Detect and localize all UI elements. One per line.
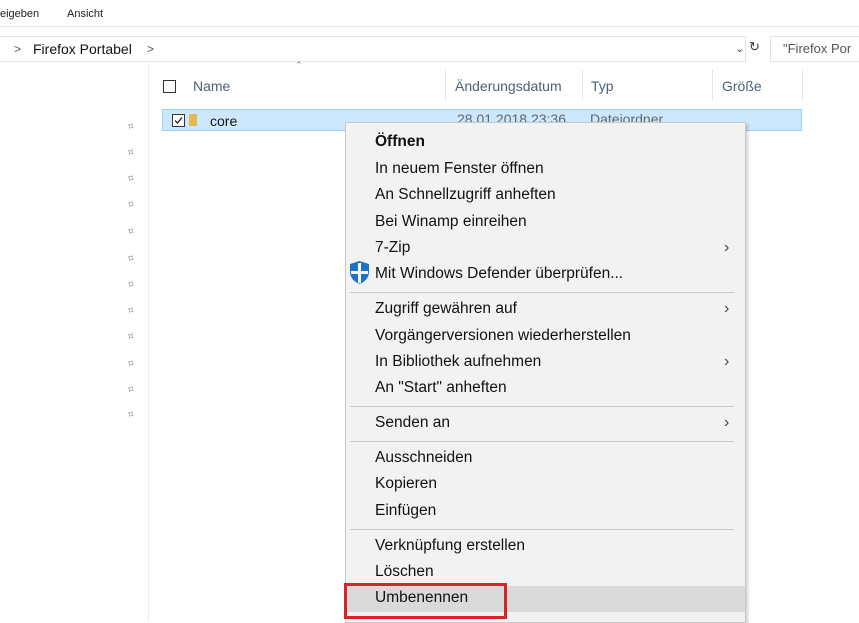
breadcrumb-chevron-icon[interactable]: >	[14, 42, 21, 56]
pin-icon[interactable]: ✧	[123, 197, 137, 212]
chevron-down-icon[interactable]: ⌄	[735, 42, 744, 55]
menu-item-label: Ausschneiden	[375, 449, 473, 466]
pin-icon[interactable]: ✧	[123, 329, 137, 344]
pin-icon[interactable]: ✧	[123, 251, 137, 266]
menu-separator	[350, 406, 734, 407]
menu-item-label: An "Start" anheften	[375, 379, 507, 396]
menu-item-label: 7-Zip	[375, 239, 411, 256]
search-input[interactable]: "Firefox Por	[770, 36, 859, 62]
pin-icon[interactable]: ✧	[123, 277, 137, 292]
breadcrumb-chevron-icon[interactable]: >	[147, 42, 154, 56]
pin-icon[interactable]: ✧	[123, 119, 137, 134]
pin-icon[interactable]: ✧	[123, 407, 137, 422]
submenu-arrow-icon: ›	[724, 353, 730, 370]
column-divider[interactable]	[802, 70, 803, 100]
pin-icon[interactable]: ✧	[123, 171, 137, 186]
column-date[interactable]: Änderungsdatum	[455, 78, 562, 94]
highlight-box	[344, 583, 507, 619]
menu-item-label: Einfügen	[375, 502, 437, 519]
pin-icon[interactable]: ✧	[123, 303, 137, 318]
menu-item-label: In Bibliothek aufnehmen	[375, 353, 542, 370]
menu-item-grant-access[interactable]: Zugriff gewähren auf ›	[346, 297, 745, 323]
column-headers: Name Änderungsdatum Typ Größe	[160, 68, 859, 102]
menu-item-include-library[interactable]: In Bibliothek aufnehmen ›	[346, 350, 745, 376]
column-type[interactable]: Typ	[591, 78, 614, 94]
submenu-arrow-icon: ›	[724, 300, 730, 317]
select-all-checkbox[interactable]	[163, 80, 176, 93]
menu-item-pin-start[interactable]: An "Start" anheften	[346, 376, 745, 402]
menu-item-label: Öffnen	[375, 133, 425, 150]
folder-icon	[189, 114, 197, 126]
menu-item-pin-quick-access[interactable]: An Schnellzugriff anheften	[346, 183, 745, 209]
refresh-icon[interactable]: ↻	[749, 40, 763, 54]
menu-item-winamp[interactable]: Bei Winamp einreihen	[346, 210, 745, 236]
menu-separator	[350, 292, 734, 293]
menu-item-defender[interactable]: Mit Windows Defender überprüfen...	[346, 261, 745, 288]
context-menu: Öffnen In neuem Fenster öffnen An Schnel…	[345, 122, 746, 623]
menu-item-label: Bei Winamp einreihen	[375, 213, 527, 230]
submenu-arrow-icon: ›	[724, 239, 730, 256]
menu-item-open[interactable]: Öffnen	[346, 130, 745, 156]
menu-item-label: Löschen	[375, 563, 434, 580]
menu-item-create-shortcut[interactable]: Verknüpfung erstellen	[346, 534, 745, 560]
menu-item-label: An Schnellzugriff anheften	[375, 186, 556, 203]
column-divider[interactable]	[582, 70, 583, 100]
menu-item-label: Vorgängerversionen wiederherstellen	[375, 327, 631, 344]
column-size[interactable]: Größe	[722, 78, 762, 94]
menu-item-copy[interactable]: Kopieren	[346, 472, 745, 498]
column-divider[interactable]	[712, 70, 713, 100]
windows-defender-icon	[350, 261, 369, 284]
menu-item-open-new-window[interactable]: In neuem Fenster öffnen	[346, 157, 745, 183]
search-placeholder: "Firefox Por	[783, 41, 852, 56]
menu-item-label: Kopieren	[375, 475, 438, 492]
pin-icon[interactable]: ✧	[123, 382, 137, 397]
file-name: core	[210, 113, 238, 129]
menu-item-label: Senden an	[375, 414, 450, 431]
menu-separator	[350, 529, 734, 530]
menu-item-label: Zugriff gewähren auf	[375, 300, 517, 317]
checkmark-icon	[174, 117, 183, 124]
tab-view[interactable]: Ansicht	[67, 8, 103, 20]
address-bar-area: > Firefox Portabel > ⌄	[0, 36, 859, 62]
menu-item-restore-versions[interactable]: Vorgängerversionen wiederherstellen	[346, 324, 745, 350]
breadcrumb-firefox-portabel[interactable]: Firefox Portabel	[33, 41, 132, 57]
pin-icon[interactable]: ✧	[123, 356, 137, 371]
address-bar[interactable]: > Firefox Portabel > ⌄	[0, 36, 746, 62]
ribbon-tabs: eigeben Ansicht	[0, 0, 859, 27]
menu-item-label: Verknüpfung erstellen	[375, 537, 525, 554]
column-divider[interactable]	[445, 70, 446, 100]
menu-item-cut[interactable]: Ausschneiden	[346, 446, 745, 472]
pin-icon[interactable]: ✧	[123, 224, 137, 239]
tab-share[interactable]: eigeben	[0, 8, 39, 20]
submenu-arrow-icon: ›	[724, 414, 730, 431]
navigation-pane: ✧ ✧ ✧ ✧ ✧ ✧ ✧ ✧ ✧ ✧ ✧ ✧	[0, 64, 149, 621]
row-checkbox[interactable]	[172, 114, 185, 127]
menu-item-paste[interactable]: Einfügen	[346, 499, 745, 525]
menu-item-7zip[interactable]: 7-Zip ›	[346, 236, 745, 262]
menu-item-label: In neuem Fenster öffnen	[375, 160, 544, 177]
menu-item-send-to[interactable]: Senden an ›	[346, 411, 745, 437]
menu-item-label: Mit Windows Defender überprüfen...	[375, 265, 624, 282]
menu-separator	[350, 441, 734, 442]
column-name[interactable]: Name	[193, 78, 230, 94]
pin-icon[interactable]: ✧	[123, 145, 137, 160]
